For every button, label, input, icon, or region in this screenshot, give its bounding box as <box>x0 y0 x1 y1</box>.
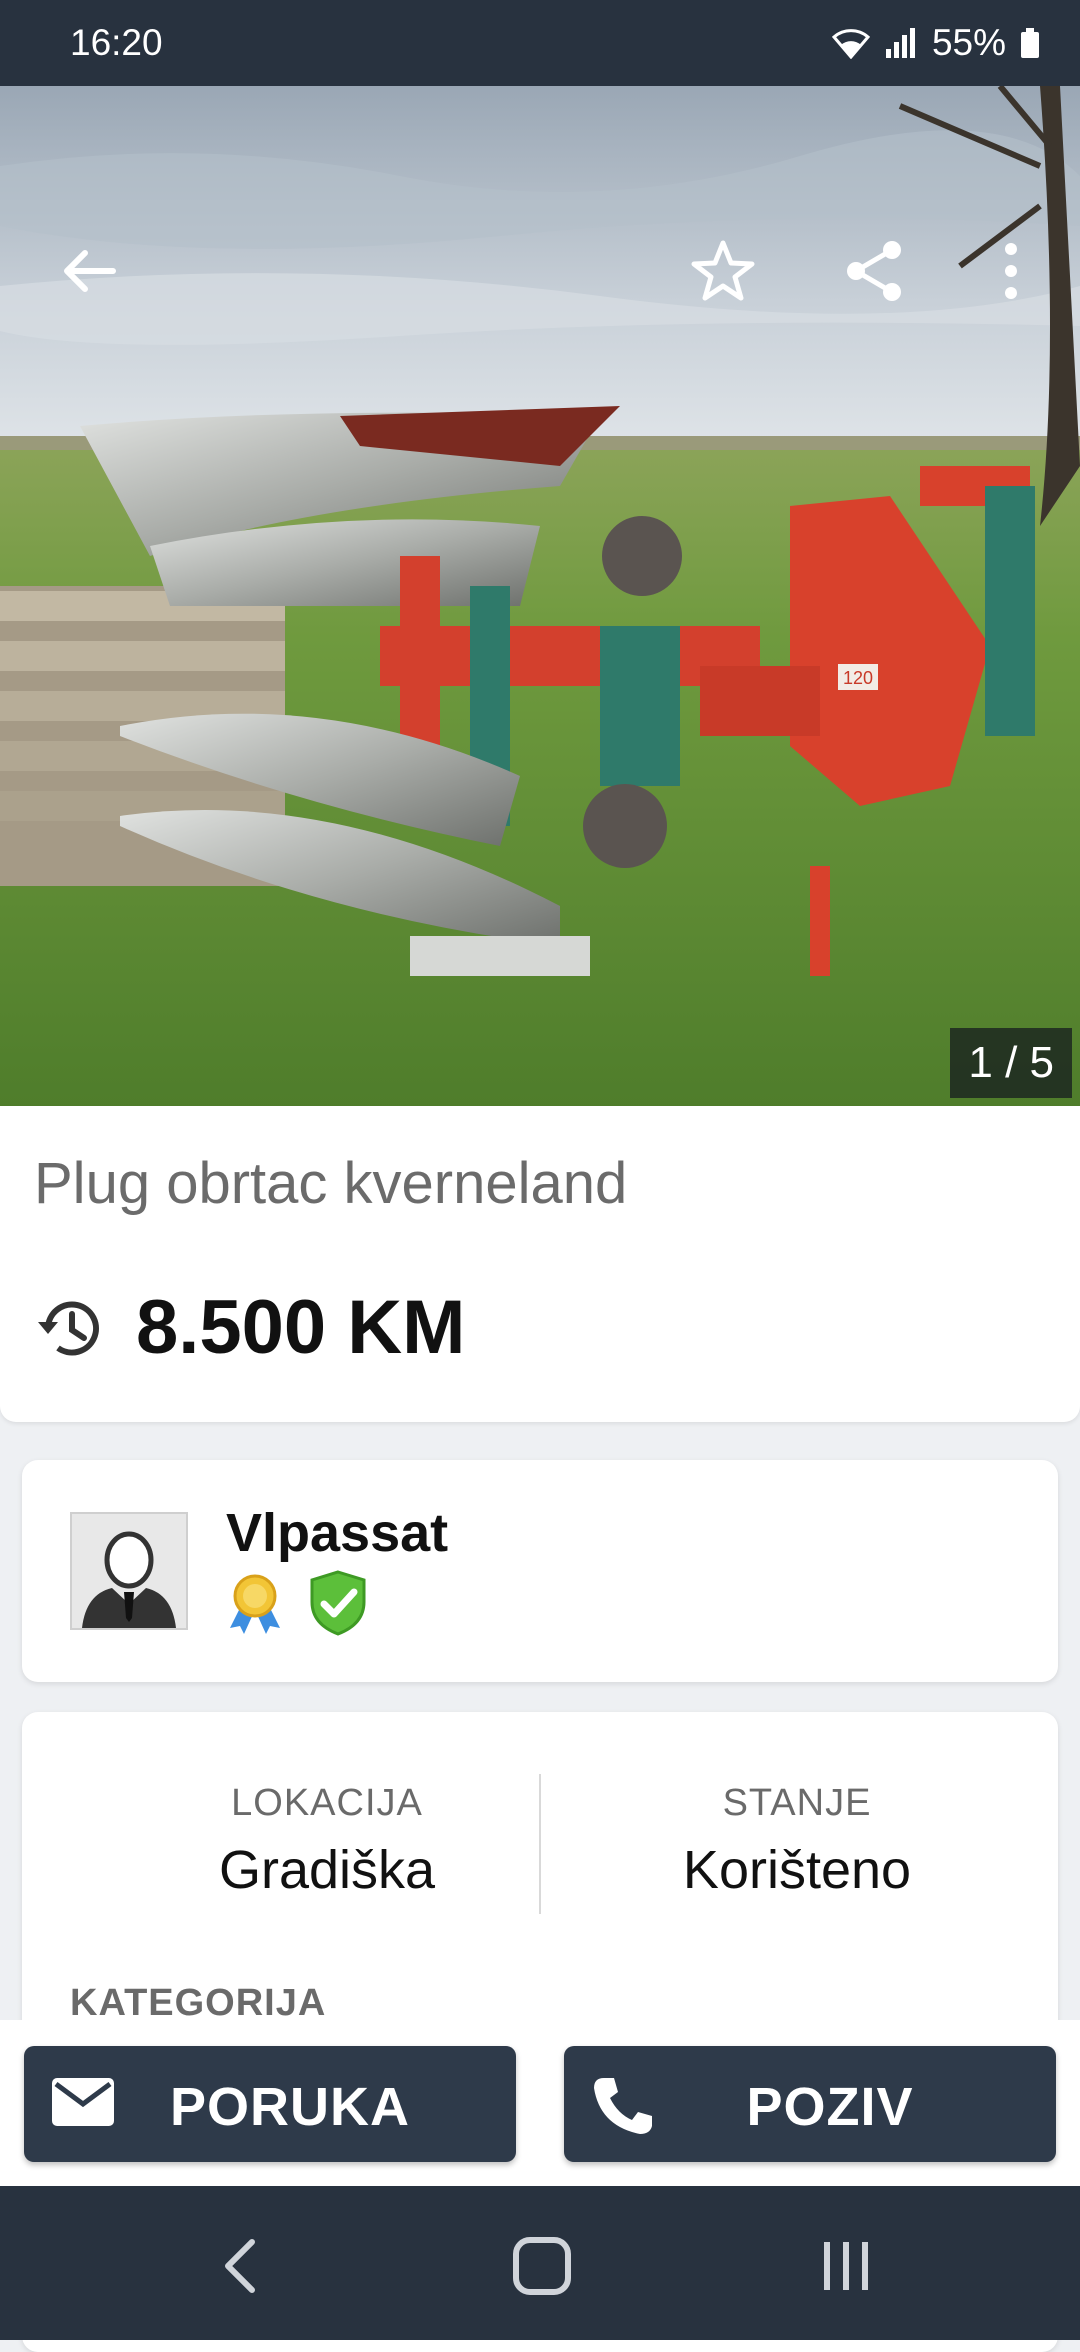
signal-icon <box>885 28 915 58</box>
call-button-label: POZIV <box>746 2077 914 2137</box>
arrow-left-icon <box>64 250 116 292</box>
seller-card[interactable]: Vlpassat <box>22 1460 1058 1682</box>
category-label: KATEGORIJA <box>70 1982 327 2024</box>
seller-name: Vlpassat <box>226 1503 449 1563</box>
more-vertical-icon <box>1005 243 1017 299</box>
user-silhouette-icon <box>72 1514 186 1628</box>
listing-title: Plug obrtac kverneland <box>34 1151 628 1216</box>
condition-value: Korišteno <box>682 1840 912 1900</box>
share-icon <box>847 241 901 301</box>
award-icon <box>230 1574 280 1634</box>
star-outline-icon <box>691 240 755 301</box>
condition-block: STANJE Korišteno <box>562 1782 1032 1901</box>
location-value: Gradiška <box>218 1840 436 1900</box>
message-button-label: PORUKA <box>169 2077 410 2137</box>
condition-label: STANJE <box>722 1782 872 1824</box>
listing-photo[interactable]: 120 1 / 5 <box>0 86 1080 1106</box>
status-time: 16:20 <box>70 22 163 63</box>
battery-icon <box>1021 28 1039 58</box>
seller-badges <box>222 1570 368 1636</box>
nav-home-button[interactable] <box>502 2226 582 2306</box>
action-bar: PORUKA POZIV <box>0 2020 1080 2186</box>
chevron-left-icon <box>225 2239 255 2293</box>
location-label: LOKACIJA <box>231 1782 423 1824</box>
favorite-button[interactable] <box>678 226 768 316</box>
listing-info-card: Plug obrtac kverneland 8.500 KM <box>0 1106 1080 1422</box>
history-icon <box>38 1301 99 1355</box>
battery-percent: 55% <box>931 22 1006 63</box>
share-button[interactable] <box>830 226 920 316</box>
back-button[interactable] <box>44 226 134 316</box>
location-block: LOKACIJA Gradiška <box>92 1782 562 1901</box>
svg-text:120: 120 <box>843 668 873 688</box>
home-square-icon <box>513 2237 571 2295</box>
more-options-button[interactable] <box>966 226 1056 316</box>
message-button[interactable]: PORUKA <box>24 2046 516 2162</box>
status-bar: 16:20 55% <box>0 0 1080 86</box>
wifi-icon <box>831 29 870 59</box>
recents-icon <box>824 2242 868 2290</box>
avatar <box>70 1512 188 1630</box>
call-button[interactable]: POZIV <box>564 2046 1056 2162</box>
status-icons: 55% <box>831 22 1040 64</box>
image-counter: 1 / 5 <box>950 1028 1072 1098</box>
listing-price: 8.500 KM <box>136 1285 466 1370</box>
nav-back-button[interactable] <box>200 2226 280 2306</box>
details-divider <box>539 1774 541 1914</box>
verified-shield-icon <box>310 1570 366 1636</box>
price-row: 8.500 KM <box>34 1284 466 1371</box>
system-nav-bar <box>0 2186 1080 2340</box>
nav-recents-button[interactable] <box>806 2226 886 2306</box>
